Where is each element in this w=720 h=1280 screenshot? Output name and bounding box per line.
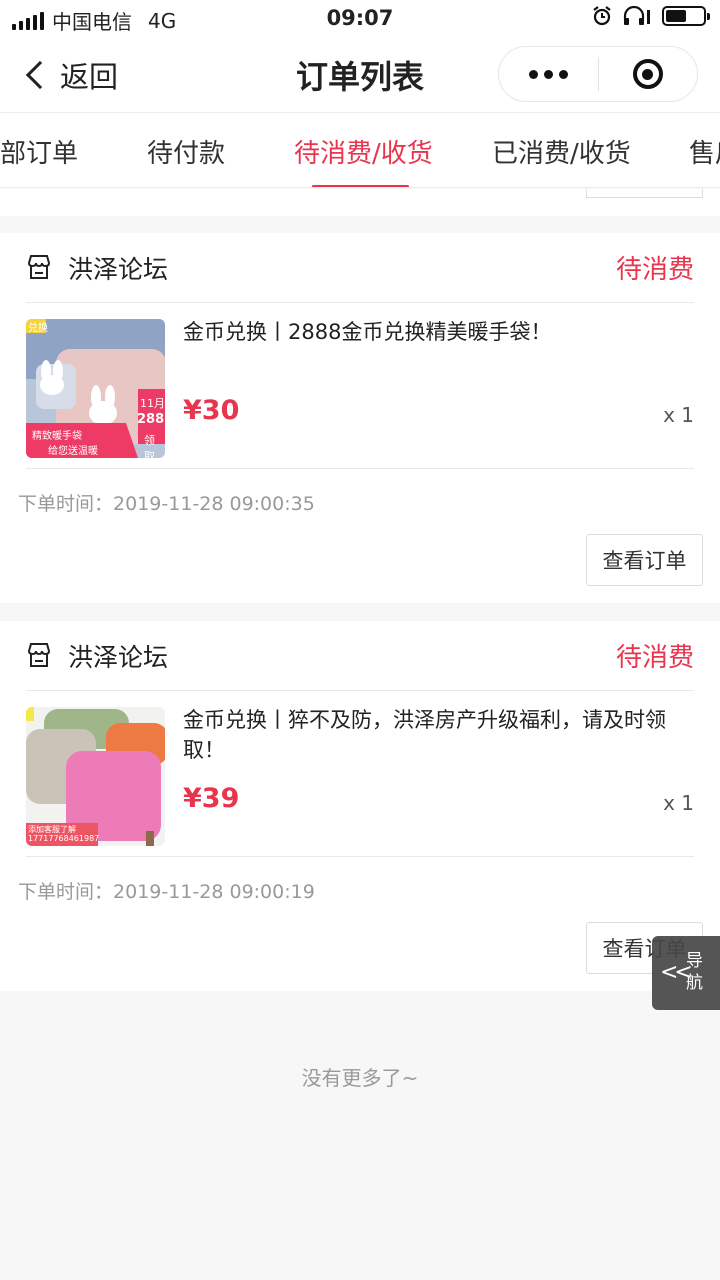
product-thumbnail[interactable]: 兑换 11月2 288 领取 精致暖手袋 给您送温暖 <box>26 319 165 458</box>
tab-unpaid[interactable]: 待付款 <box>147 133 225 170</box>
floating-nav-label: 导航 <box>686 951 703 993</box>
headphones-icon <box>623 6 650 25</box>
order-time-value: 2019-11-28 09:00:35 <box>113 493 315 515</box>
shop-name[interactable]: 洪泽论坛 <box>68 250 168 286</box>
order-card-header: 洪泽论坛 待消费 <box>26 621 694 691</box>
no-more-text: 没有更多了~ <box>301 1066 419 1090</box>
product-quantity: x 1 <box>663 403 694 427</box>
thumb-badge: 兑换 <box>28 323 48 334</box>
miniprogram-capsule <box>498 46 698 102</box>
more-icon[interactable] <box>499 69 598 79</box>
product-title: 金币兑换丨猝不及防，洪泽房产升级福利，请及时领取！ <box>183 708 666 762</box>
tab-to-consume[interactable]: 待消费/收货 <box>294 133 433 170</box>
order-time: 下单时间：2019-11-28 09:00:19 <box>18 877 315 904</box>
shop-name[interactable]: 洪泽论坛 <box>68 638 168 674</box>
tab-all[interactable]: 部订单 <box>0 133 78 170</box>
thumb-line2: 给您送温暖 <box>48 446 98 457</box>
shop-icon <box>27 255 51 279</box>
order-goods[interactable]: 添加客服了解 17717768461987 金币兑换丨猝不及防，洪泽房产升级福利… <box>26 691 694 857</box>
order-card: 洪泽论坛 待消费 兑换 11月2 288 领取 <box>0 233 720 603</box>
floating-nav-button[interactable]: << 导航 <box>652 936 720 1010</box>
view-order-button[interactable]: 查看订单 <box>586 534 703 586</box>
order-time: 下单时间：2019-11-28 09:00:35 <box>18 489 315 516</box>
order-goods[interactable]: 兑换 11月2 288 领取 精致暖手袋 给您送温暖 金币兑换丨2888金币兑换… <box>26 303 694 469</box>
order-card: 洪泽论坛 待消费 添加客服了解 17717768461987 金币兑换丨猝不及防… <box>0 621 720 991</box>
close-target-icon[interactable] <box>598 59 697 89</box>
order-time-label: 下单时间： <box>18 881 114 903</box>
order-time-label: 下单时间： <box>18 493 114 515</box>
order-status: 待消费 <box>615 643 694 673</box>
double-chevron-left-icon: << <box>660 960 693 985</box>
thumb-tag-bottom: 领取 <box>144 434 155 458</box>
active-tab-indicator <box>312 185 409 187</box>
product-thumbnail[interactable]: 添加客服了解 17717768461987 <box>26 707 165 846</box>
order-tabs: 部订单 待付款 待消费/收货 已消费/收货 售后 <box>0 112 720 188</box>
tab-after-sales[interactable]: 售后 <box>689 133 720 170</box>
alarm-icon <box>593 6 611 26</box>
order-time-value: 2019-11-28 09:00:19 <box>113 881 315 903</box>
thumb-tag-number: 288 <box>137 412 165 427</box>
product-quantity: x 1 <box>663 791 694 815</box>
product-price: ¥30 <box>183 395 240 426</box>
product-price: ¥39 <box>183 783 240 814</box>
order-card-header: 洪泽论坛 待消费 <box>26 233 694 303</box>
thumb-tag-top: 11月2 <box>140 397 165 410</box>
order-status: 待消费 <box>615 255 694 285</box>
shop-icon <box>27 643 51 667</box>
product-title: 金币兑换丨2888金币兑换精美暖手袋！ <box>183 320 552 344</box>
battery-icon <box>662 6 710 26</box>
view-order-button-partial[interactable] <box>586 189 703 198</box>
thumb-line2: 17717768461987 <box>28 834 100 843</box>
thumb-line1: 精致暖手袋 <box>32 431 82 442</box>
status-bar: 中国电信 4G 09:07 <box>0 0 720 36</box>
navigation-bar: 返回 订单列表 <box>0 36 720 112</box>
previous-order-card <box>0 189 720 216</box>
tab-consumed[interactable]: 已消费/收货 <box>492 133 631 170</box>
